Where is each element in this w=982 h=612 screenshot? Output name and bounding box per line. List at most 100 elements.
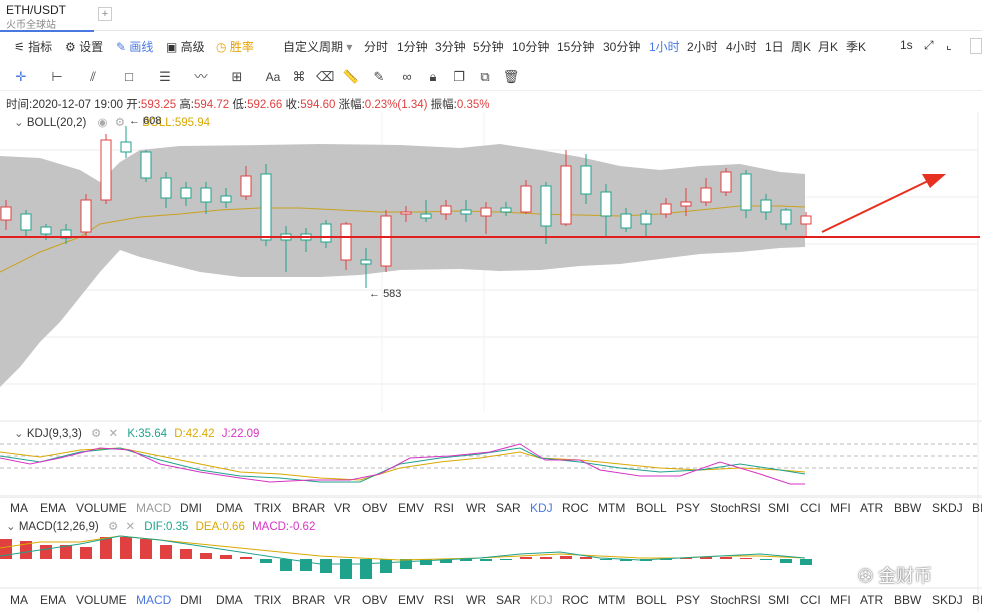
toolbar-indicator-button[interactable]: ⚟ 指标 [14,38,52,55]
copy-icon[interactable]: ❐ [450,68,468,86]
indicator-tab-sar[interactable]: SAR [496,593,521,607]
indicator-tab-mtm[interactable]: MTM [598,593,625,607]
indicator-tab-ema[interactable]: EMA [40,501,66,515]
indicator-tab-kdj[interactable]: KDJ [530,593,553,607]
fib-lines-icon[interactable]: ☰ [156,68,174,86]
period-0[interactable]: 分时 [364,38,388,55]
indicator-tab-brar[interactable]: BRAR [292,501,325,515]
indicator-tab-kdj[interactable]: KDJ [530,501,553,515]
screenshot-icon[interactable]: ⧉ [476,68,494,86]
ruler-icon[interactable]: 📏 [342,68,360,86]
indicator-tab-macd[interactable]: MACD [136,501,171,515]
indicator-tab-stochrsi[interactable]: StochRSI [710,593,761,607]
period-5[interactable]: 15分钟 [557,38,594,55]
indicator-tab-wr[interactable]: WR [466,501,486,515]
indicator-tab-psy[interactable]: PSY [676,501,700,515]
indicator-tab-ema[interactable]: EMA [40,593,66,607]
layout-icon[interactable] [970,38,982,54]
eye-icon[interactable]: ◉ [98,117,108,129]
indicator-tab-trix[interactable]: TRIX [254,593,281,607]
period-7[interactable]: 1小时 [649,38,680,55]
pen-icon[interactable]: ✎ [370,68,388,86]
add-tab-button[interactable]: + [98,7,112,21]
indicator-tab-smi[interactable]: SMI [768,593,789,607]
period-4[interactable]: 10分钟 [512,38,549,55]
refresh-interval[interactable]: 1s [900,38,913,52]
indicator-tab-cci[interactable]: CCI [800,593,821,607]
chart-area[interactable] [0,112,982,612]
indicator-tab-ma[interactable]: MA [10,501,28,515]
indicator-tab-vr[interactable]: VR [334,593,351,607]
period-9[interactable]: 4小时 [726,38,757,55]
indicator-tab-emv[interactable]: EMV [398,593,424,607]
indicator-tab-roc[interactable]: ROC [562,501,589,515]
indicator-tab-sar[interactable]: SAR [496,501,521,515]
indicator-tab-skdj[interactable]: SKDJ [932,593,963,607]
indicator-tab-dmi[interactable]: DMI [180,501,202,515]
eraser-icon[interactable]: ⌫ [316,68,334,86]
fullscreen-icon[interactable]: ⤢ [924,38,934,53]
indicator-tab-wr[interactable]: WR [466,593,486,607]
measure-icon[interactable]: ⊞ [228,68,246,86]
toolbar-draw-button[interactable]: ✎ 画线 [116,38,153,55]
indicator-tab-mfi[interactable]: MFI [830,501,851,515]
toolbar-winrate-button[interactable]: ◷ 胜率 [216,38,254,55]
period-11[interactable]: 周K [791,38,811,55]
period-8[interactable]: 2小时 [687,38,718,55]
period-10[interactable]: 1日 [765,38,784,55]
toolbar-advanced-button[interactable]: ▣ 高级 [166,38,205,55]
indicator-tab-obv[interactable]: OBV [362,593,387,607]
indicator-tab-rsi[interactable]: RSI [434,501,454,515]
tab-eth-usdt[interactable]: ETH/USDT 火币全球站 [0,0,94,32]
period-1[interactable]: 1分钟 [397,38,428,55]
indicator-tab-bbw[interactable]: BBW [894,501,921,515]
gear-icon[interactable]: ⚙ [91,428,101,440]
indicator-tab-dma[interactable]: DMA [216,501,243,515]
rectangle-icon[interactable]: □ [120,68,138,86]
period-13[interactable]: 季K [846,38,866,55]
close-icon[interactable]: ✕ [125,521,135,533]
period-3[interactable]: 5分钟 [473,38,504,55]
indicator-tab-dma[interactable]: DMA [216,593,243,607]
parallel-lines-icon[interactable]: ⫽ [84,68,102,86]
trash-icon[interactable]: 🗑︎ [502,68,520,86]
indicator-tab-bias[interactable]: BIAS [972,593,982,607]
indicator-tab-dmi[interactable]: DMI [180,593,202,607]
indicator-tab-stochrsi[interactable]: StochRSI [710,501,761,515]
indicator-tab-ma[interactable]: MA [10,593,28,607]
indicator-tab-cci[interactable]: CCI [800,501,821,515]
indicator-tab-macd[interactable]: MACD [136,593,171,607]
toolbar-settings-button[interactable]: ⚙ 设置 [65,38,103,55]
glasses-icon[interactable]: ∞ [398,68,416,86]
horizontal-line-icon[interactable]: ⊢ [48,68,66,86]
indicator-tab-mtm[interactable]: MTM [598,501,625,515]
period-2[interactable]: 3分钟 [435,38,466,55]
indicator-tab-bias[interactable]: BIAS [972,501,982,515]
indicator-tab-obv[interactable]: OBV [362,501,387,515]
magnet-icon[interactable]: ⌘ [290,68,308,86]
close-icon[interactable]: ✕ [109,428,119,440]
indicator-tab-boll[interactable]: BOLL [636,501,667,515]
indicator-tab-trix[interactable]: TRIX [254,501,281,515]
indicator-tab-atr[interactable]: ATR [860,501,883,515]
indicator-tab-rsi[interactable]: RSI [434,593,454,607]
screenshot-icon[interactable]: ⌞ [946,38,952,52]
period-12[interactable]: 月K [818,38,838,55]
indicator-tab-atr[interactable]: ATR [860,593,883,607]
text-icon[interactable]: Aa [264,68,282,86]
period-6[interactable]: 30分钟 [603,38,640,55]
indicator-tab-bbw[interactable]: BBW [894,593,921,607]
indicator-tab-skdj[interactable]: SKDJ [932,501,963,515]
indicator-tab-volume[interactable]: VOLUME [76,593,127,607]
lock-icon[interactable]: 🔒︎ [424,68,442,86]
gear-icon[interactable]: ⚙ [108,521,118,533]
indicator-tab-psy[interactable]: PSY [676,593,700,607]
indicator-tab-boll[interactable]: BOLL [636,593,667,607]
custom-period-dropdown[interactable]: 自定义周期 ▾ [283,38,352,55]
indicator-tab-smi[interactable]: SMI [768,501,789,515]
indicator-tab-vr[interactable]: VR [334,501,351,515]
indicator-tab-emv[interactable]: EMV [398,501,424,515]
indicator-tab-mfi[interactable]: MFI [830,593,851,607]
indicator-tab-volume[interactable]: VOLUME [76,501,127,515]
crosshair-icon[interactable]: ✛ [12,68,30,86]
